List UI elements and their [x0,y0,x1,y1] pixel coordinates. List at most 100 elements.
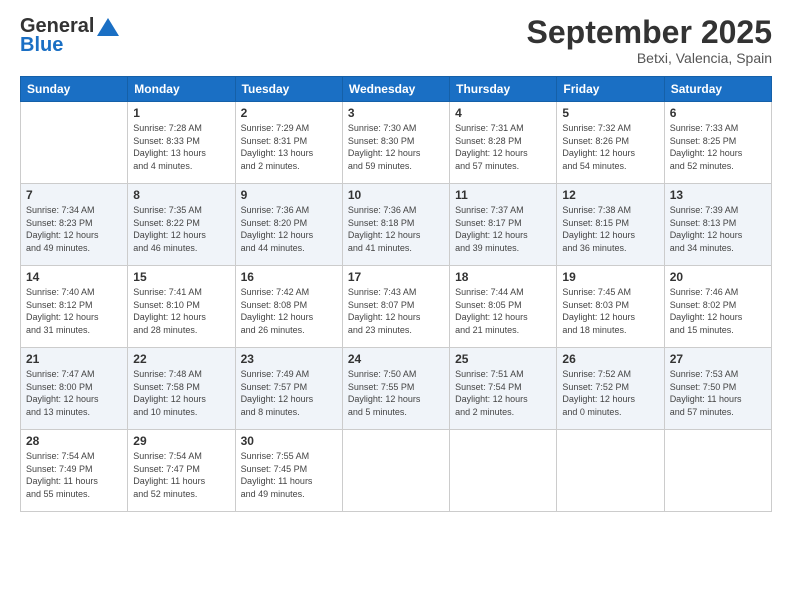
table-cell [342,430,449,512]
day-number: 17 [348,270,444,284]
calendar-header-row: Sunday Monday Tuesday Wednesday Thursday… [21,77,772,102]
location: Betxi, Valencia, Spain [527,50,772,66]
day-info: Sunrise: 7:48 AMSunset: 7:58 PMDaylight:… [133,368,229,418]
day-info: Sunrise: 7:50 AMSunset: 7:55 PMDaylight:… [348,368,444,418]
col-sunday: Sunday [21,77,128,102]
day-info: Sunrise: 7:45 AMSunset: 8:03 PMDaylight:… [562,286,658,336]
day-number: 20 [670,270,766,284]
day-number: 10 [348,188,444,202]
table-cell: 30 Sunrise: 7:55 AMSunset: 7:45 PMDayligh… [235,430,342,512]
table-cell: 5Sunrise: 7:32 AMSunset: 8:26 PMDaylight… [557,102,664,184]
table-cell: 14 Sunrise: 7:40 AMSunset: 8:12 PMDayligh… [21,266,128,348]
page: General Blue September 2025 Betxi, Valen… [0,0,792,612]
month-title: September 2025 [527,15,772,50]
table-cell: 16 Sunrise: 7:42 AMSunset: 8:08 PMDayligh… [235,266,342,348]
day-number: 4 [455,106,551,120]
col-thursday: Thursday [450,77,557,102]
col-monday: Monday [128,77,235,102]
day-info: Sunrise: 7:55 AMSunset: 7:45 PMDaylight:… [241,450,337,500]
day-number: 13 [670,188,766,202]
day-number: 1 [133,106,229,120]
day-info: Sunrise: 7:42 AMSunset: 8:08 PMDaylight:… [241,286,337,336]
day-info: Sunrise: 7:36 AMSunset: 8:18 PMDaylight:… [348,204,444,254]
day-info: Sunrise: 7:51 AMSunset: 7:54 PMDaylight:… [455,368,551,418]
table-cell: 11 Sunrise: 7:37 AMSunset: 8:17 PMDayligh… [450,184,557,266]
day-number: 16 [241,270,337,284]
table-cell: 13 Sunrise: 7:39 AMSunset: 8:13 PMDayligh… [664,184,771,266]
table-cell: 27Sunrise: 7:53 AMSunset: 7:50 PMDayligh… [664,348,771,430]
table-cell: 2 Sunrise: 7:29 AMSunset: 8:31 PMDaylight… [235,102,342,184]
table-cell: 20 Sunrise: 7:46 AMSunset: 8:02 PMDayligh… [664,266,771,348]
day-number: 19 [562,270,658,284]
table-cell: 3Sunrise: 7:30 AMSunset: 8:30 PMDaylight… [342,102,449,184]
table-cell [664,430,771,512]
title-section: September 2025 Betxi, Valencia, Spain [527,15,772,66]
table-cell [21,102,128,184]
day-info: Sunrise: 7:32 AMSunset: 8:26 PMDaylight:… [562,122,658,172]
day-info: Sunrise: 7:54 AMSunset: 7:49 PMDaylight:… [26,450,122,500]
calendar-table: Sunday Monday Tuesday Wednesday Thursday… [20,76,772,512]
day-info: Sunrise: 7:53 AMSunset: 7:50 PMDaylight:… [670,368,766,418]
day-info: Sunrise: 7:54 AMSunset: 7:47 PMDaylight:… [133,450,229,500]
day-number: 2 [241,106,337,120]
day-info: Sunrise: 7:47 AMSunset: 8:00 PMDaylight:… [26,368,122,418]
logo: General Blue [20,15,119,57]
day-number: 18 [455,270,551,284]
table-cell: 21 Sunrise: 7:47 AMSunset: 8:00 PMDayligh… [21,348,128,430]
table-cell [450,430,557,512]
calendar-week-row: 7Sunrise: 7:34 AMSunset: 8:23 PMDaylight… [21,184,772,266]
day-info: Sunrise: 7:40 AMSunset: 8:12 PMDaylight:… [26,286,122,336]
day-number: 14 [26,270,122,284]
day-number: 6 [670,106,766,120]
calendar-week-row: 28 Sunrise: 7:54 AMSunset: 7:49 PMDayligh… [21,430,772,512]
table-cell: 26Sunrise: 7:52 AMSunset: 7:52 PMDayligh… [557,348,664,430]
day-info: Sunrise: 7:38 AMSunset: 8:15 PMDaylight:… [562,204,658,254]
col-tuesday: Tuesday [235,77,342,102]
day-info: Sunrise: 7:39 AMSunset: 8:13 PMDaylight:… [670,204,766,254]
table-cell: 4 Sunrise: 7:31 AMSunset: 8:28 PMDaylight… [450,102,557,184]
header: General Blue September 2025 Betxi, Valen… [20,15,772,66]
table-cell: 18 Sunrise: 7:44 AMSunset: 8:05 PMDayligh… [450,266,557,348]
day-number: 29 [133,434,229,448]
day-info: Sunrise: 7:41 AMSunset: 8:10 PMDaylight:… [133,286,229,336]
col-saturday: Saturday [664,77,771,102]
day-info: Sunrise: 7:33 AMSunset: 8:25 PMDaylight:… [670,122,766,172]
day-info: Sunrise: 7:37 AMSunset: 8:17 PMDaylight:… [455,204,551,254]
col-wednesday: Wednesday [342,77,449,102]
day-info: Sunrise: 7:43 AMSunset: 8:07 PMDaylight:… [348,286,444,336]
table-cell: 9 Sunrise: 7:36 AMSunset: 8:20 PMDaylight… [235,184,342,266]
table-cell: 24 Sunrise: 7:50 AMSunset: 7:55 PMDayligh… [342,348,449,430]
day-number: 30 [241,434,337,448]
day-number: 11 [455,188,551,202]
table-cell: 28 Sunrise: 7:54 AMSunset: 7:49 PMDayligh… [21,430,128,512]
day-info: Sunrise: 7:28 AMSunset: 8:33 PMDaylight:… [133,122,229,172]
day-number: 15 [133,270,229,284]
table-cell: 25Sunrise: 7:51 AMSunset: 7:54 PMDayligh… [450,348,557,430]
day-info: Sunrise: 7:36 AMSunset: 8:20 PMDaylight:… [241,204,337,254]
day-info: Sunrise: 7:31 AMSunset: 8:28 PMDaylight:… [455,122,551,172]
day-info: Sunrise: 7:52 AMSunset: 7:52 PMDaylight:… [562,368,658,418]
day-number: 21 [26,352,122,366]
day-info: Sunrise: 7:46 AMSunset: 8:02 PMDaylight:… [670,286,766,336]
day-number: 8 [133,188,229,202]
day-info: Sunrise: 7:49 AMSunset: 7:57 PMDaylight:… [241,368,337,418]
table-cell: 10 Sunrise: 7:36 AMSunset: 8:18 PMDayligh… [342,184,449,266]
calendar-week-row: 21 Sunrise: 7:47 AMSunset: 8:00 PMDayligh… [21,348,772,430]
day-number: 28 [26,434,122,448]
day-number: 24 [348,352,444,366]
day-info: Sunrise: 7:29 AMSunset: 8:31 PMDaylight:… [241,122,337,172]
day-info: Sunrise: 7:35 AMSunset: 8:22 PMDaylight:… [133,204,229,254]
calendar-week-row: 1 Sunrise: 7:28 AMSunset: 8:33 PMDaylight… [21,102,772,184]
day-number: 9 [241,188,337,202]
calendar-week-row: 14 Sunrise: 7:40 AMSunset: 8:12 PMDayligh… [21,266,772,348]
day-info: Sunrise: 7:44 AMSunset: 8:05 PMDaylight:… [455,286,551,336]
table-cell: 6 Sunrise: 7:33 AMSunset: 8:25 PMDaylight… [664,102,771,184]
table-cell: 8 Sunrise: 7:35 AMSunset: 8:22 PMDaylight… [128,184,235,266]
table-cell: 12Sunrise: 7:38 AMSunset: 8:15 PMDayligh… [557,184,664,266]
table-cell: 7Sunrise: 7:34 AMSunset: 8:23 PMDaylight… [21,184,128,266]
table-cell: 1 Sunrise: 7:28 AMSunset: 8:33 PMDaylight… [128,102,235,184]
table-cell: 19 Sunrise: 7:45 AMSunset: 8:03 PMDayligh… [557,266,664,348]
table-cell: 17 Sunrise: 7:43 AMSunset: 8:07 PMDayligh… [342,266,449,348]
table-cell [557,430,664,512]
day-number: 7 [26,188,122,202]
